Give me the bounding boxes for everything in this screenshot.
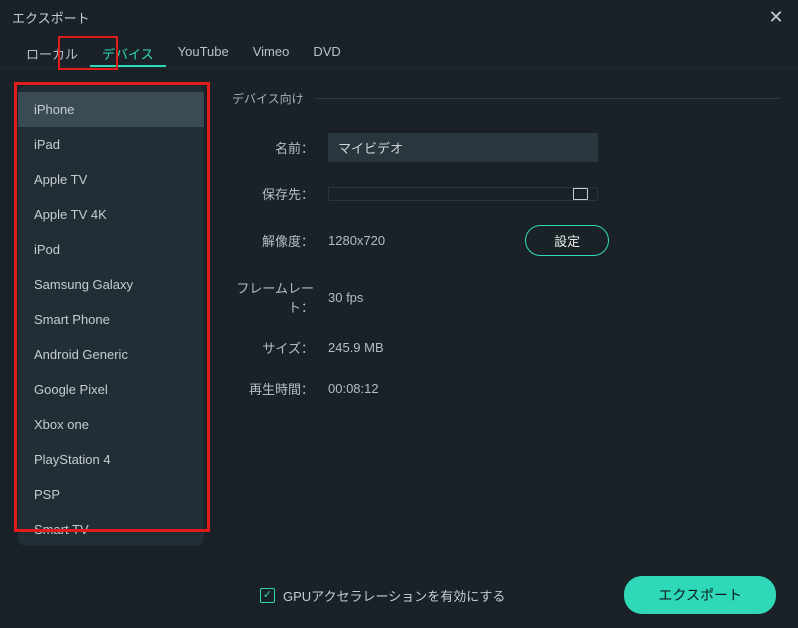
close-icon[interactable]: ✕ xyxy=(766,7,786,28)
label-size: サイズ： xyxy=(232,338,328,357)
section-title: デバイス向け xyxy=(232,90,304,107)
browse-folder-button[interactable] xyxy=(563,188,597,200)
device-item-psp[interactable]: PSP xyxy=(18,477,204,512)
device-item-android[interactable]: Android Generic xyxy=(18,337,204,372)
label-duration: 再生時間： xyxy=(232,379,328,398)
window-title: エクスポート xyxy=(12,8,90,27)
device-item-samsung[interactable]: Samsung Galaxy xyxy=(18,267,204,302)
tab-device[interactable]: デバイス xyxy=(90,38,166,67)
label-resolution: 解像度： xyxy=(232,231,328,250)
export-button[interactable]: エクスポート xyxy=(624,576,776,614)
device-item-iphone[interactable]: iPhone xyxy=(18,92,204,127)
tab-youtube[interactable]: YouTube xyxy=(166,38,241,67)
device-item-xbox[interactable]: Xbox one xyxy=(18,407,204,442)
titlebar: エクスポート ✕ xyxy=(0,0,798,34)
folder-icon xyxy=(573,188,588,200)
device-item-ps4[interactable]: PlayStation 4 xyxy=(18,442,204,477)
device-item-appletv[interactable]: Apple TV xyxy=(18,162,204,197)
tabs: ローカル デバイス YouTube Vimeo DVD xyxy=(0,34,798,68)
device-item-smartphone[interactable]: Smart Phone xyxy=(18,302,204,337)
settings-button[interactable]: 設定 xyxy=(525,225,609,256)
section-header: デバイス向け xyxy=(232,90,780,107)
device-item-ipod[interactable]: iPod xyxy=(18,232,204,267)
value-framerate: 30 fps xyxy=(328,290,363,305)
name-input[interactable] xyxy=(328,133,598,162)
gpu-accel-label: GPUアクセラレーションを有効にする xyxy=(283,586,505,605)
checkbox-icon: ✓ xyxy=(260,588,275,603)
value-resolution: 1280x720 xyxy=(328,233,385,248)
gpu-accel-checkbox[interactable]: ✓ GPUアクセラレーションを有効にする xyxy=(260,586,505,605)
value-size: 245.9 MB xyxy=(328,340,384,355)
device-item-ipad[interactable]: iPad xyxy=(18,127,204,162)
tab-vimeo[interactable]: Vimeo xyxy=(241,38,302,67)
main-area: iPhone iPad Apple TV Apple TV 4K iPod Sa… xyxy=(0,68,798,546)
device-item-smarttv[interactable]: Smart TV xyxy=(18,512,204,546)
label-framerate: フレームレート： xyxy=(232,278,328,316)
tab-dvd[interactable]: DVD xyxy=(301,38,352,67)
device-item-pixel[interactable]: Google Pixel xyxy=(18,372,204,407)
tab-local[interactable]: ローカル xyxy=(14,38,90,67)
value-duration: 00:08:12 xyxy=(328,381,379,396)
device-list: iPhone iPad Apple TV Apple TV 4K iPod Sa… xyxy=(18,86,204,546)
divider xyxy=(314,98,780,99)
save-path-field[interactable] xyxy=(329,188,563,200)
label-saveto: 保存先： xyxy=(232,184,328,203)
label-name: 名前： xyxy=(232,138,328,157)
device-item-appletv4k[interactable]: Apple TV 4K xyxy=(18,197,204,232)
footer: ✓ GPUアクセラレーションを有効にする エクスポート xyxy=(0,576,798,614)
settings-panel: デバイス向け 名前： 保存先： 解像度： 1280x720 設定 フレームレート… xyxy=(232,86,780,546)
